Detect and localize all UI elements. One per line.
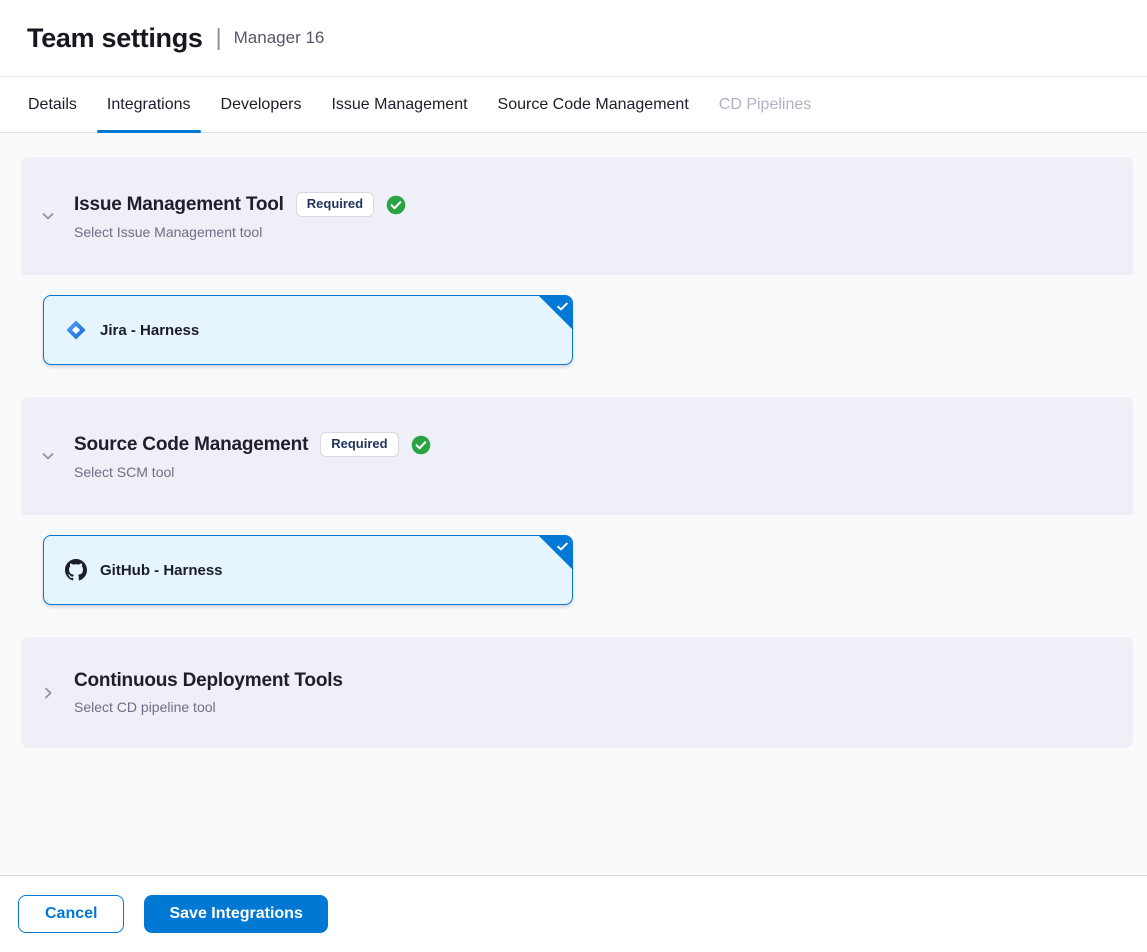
- required-badge: Required: [320, 432, 398, 457]
- section-issue-management: Issue Management Tool Required Select Is…: [21, 157, 1133, 383]
- check-icon: [556, 300, 569, 313]
- section-source-code-management-header[interactable]: Source Code Management Required Select S…: [21, 397, 1133, 515]
- tab-source-code-management[interactable]: Source Code Management: [498, 77, 689, 133]
- section-issue-management-body: Jira - Harness: [21, 275, 1133, 383]
- tab-developers[interactable]: Developers: [221, 77, 302, 133]
- section-heading: Issue Management Tool Required Select Is…: [74, 192, 406, 240]
- tool-card-github[interactable]: GitHub - Harness: [43, 535, 573, 605]
- title-divider: |: [216, 24, 222, 51]
- tool-card-jira[interactable]: Jira - Harness: [43, 295, 573, 365]
- page-header: Team settings | Manager 16: [0, 0, 1147, 77]
- chevron-right-icon: [40, 685, 56, 701]
- tab-cd-pipelines: CD Pipelines: [719, 77, 811, 133]
- chevron-down-icon: [40, 208, 56, 224]
- section-subtitle: Select SCM tool: [74, 464, 431, 480]
- github-icon: [65, 559, 87, 581]
- section-title: Source Code Management: [74, 434, 308, 456]
- cancel-button[interactable]: Cancel: [18, 895, 124, 933]
- check-circle-icon: [386, 195, 406, 215]
- tab-details[interactable]: Details: [28, 77, 77, 133]
- section-subtitle: Select CD pipeline tool: [74, 699, 343, 715]
- tab-integrations[interactable]: Integrations: [107, 77, 191, 133]
- chevron-down-icon: [40, 448, 56, 464]
- section-cd-tools-header[interactable]: Continuous Deployment Tools Select CD pi…: [21, 637, 1133, 748]
- page-title: Team settings: [27, 23, 203, 54]
- tab-issue-management[interactable]: Issue Management: [331, 77, 467, 133]
- section-issue-management-header[interactable]: Issue Management Tool Required Select Is…: [21, 157, 1133, 275]
- section-heading: Source Code Management Required Select S…: [74, 432, 431, 480]
- section-cd-tools: Continuous Deployment Tools Select CD pi…: [21, 637, 1133, 748]
- tool-name: Jira - Harness: [100, 322, 199, 339]
- save-integrations-button[interactable]: Save Integrations: [144, 895, 327, 933]
- action-footer: Cancel Save Integrations: [0, 875, 1147, 952]
- section-title: Issue Management Tool: [74, 194, 284, 216]
- selected-corner-badge: [539, 536, 572, 569]
- jira-icon: [65, 319, 87, 341]
- tool-name: GitHub - Harness: [100, 562, 223, 579]
- check-icon: [556, 540, 569, 553]
- page-context-label: Manager 16: [234, 28, 325, 48]
- selected-corner-badge: [539, 296, 572, 329]
- tab-bar: Details Integrations Developers Issue Ma…: [0, 77, 1147, 133]
- section-source-code-management: Source Code Management Required Select S…: [21, 397, 1133, 623]
- section-subtitle: Select Issue Management tool: [74, 224, 406, 240]
- check-circle-icon: [411, 435, 431, 455]
- required-badge: Required: [296, 192, 374, 217]
- section-heading: Continuous Deployment Tools Select CD pi…: [74, 670, 343, 715]
- section-title: Continuous Deployment Tools: [74, 670, 343, 692]
- integrations-panel: Issue Management Tool Required Select Is…: [0, 133, 1147, 875]
- section-source-code-management-body: GitHub - Harness: [21, 515, 1133, 623]
